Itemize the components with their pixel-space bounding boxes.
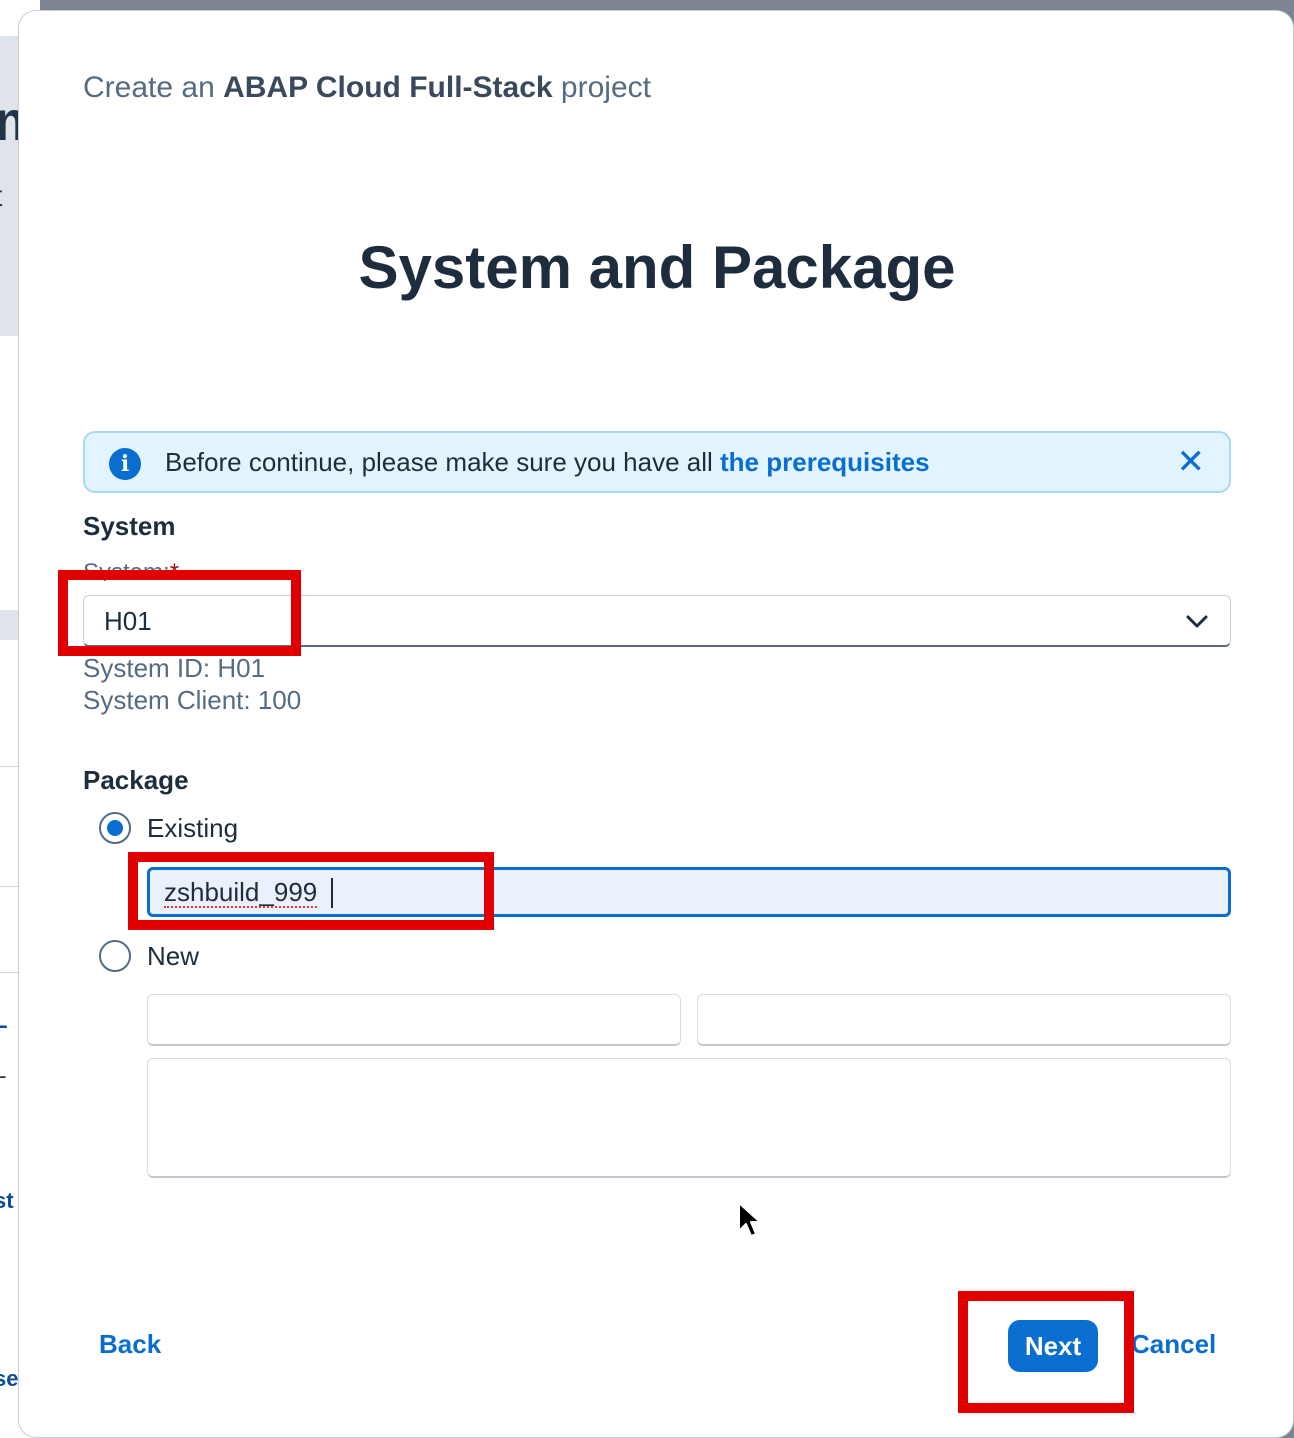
text-caret bbox=[331, 878, 333, 908]
info-message: Before continue, please make sure you ha… bbox=[165, 447, 930, 478]
mouse-pointer-icon bbox=[738, 1202, 761, 1237]
system-client-text: System Client: 100 bbox=[83, 685, 302, 715]
background-text-fragment: t bbox=[0, 180, 2, 214]
subtitle-suffix: project bbox=[560, 71, 651, 104]
required-mark: * bbox=[169, 559, 180, 581]
background-text-fragment: L bbox=[0, 1008, 8, 1033]
info-icon: i bbox=[109, 448, 141, 480]
close-icon[interactable]: ✕ bbox=[1177, 443, 1206, 481]
info-message-strip: i Before continue, please make sure you … bbox=[83, 431, 1231, 493]
subtitle-project-type: ABAP Cloud Full-Stack bbox=[223, 71, 553, 104]
new-package-name-input[interactable] bbox=[147, 994, 681, 1046]
next-button[interactable]: Next bbox=[1008, 1320, 1098, 1372]
package-section-heading: Package bbox=[83, 765, 189, 795]
cancel-button[interactable]: Cancel bbox=[1131, 1329, 1216, 1360]
system-field-label: System:* bbox=[83, 559, 179, 581]
existing-package-value: zshbuild_999 bbox=[164, 877, 318, 908]
page-title: System and Package bbox=[358, 234, 956, 301]
existing-package-label[interactable]: Existing bbox=[147, 813, 238, 844]
existing-package-radio[interactable] bbox=[99, 812, 131, 844]
system-label-text: System: bbox=[83, 559, 170, 581]
new-package-description-input[interactable] bbox=[147, 1058, 1231, 1178]
background-text-fragment: L bbox=[0, 1058, 7, 1083]
background-text-fragment: st bbox=[0, 1188, 14, 1213]
info-message-text: Before continue, please make sure you ha… bbox=[165, 447, 713, 477]
chevron-down-icon bbox=[1186, 615, 1208, 628]
create-project-dialog: Create an ABAP Cloud Full-Stack project … bbox=[18, 10, 1294, 1438]
system-select[interactable]: H01 bbox=[83, 595, 1231, 647]
new-package-label[interactable]: New bbox=[147, 941, 199, 972]
dialog-subtitle: Create an ABAP Cloud Full-Stack project bbox=[83, 71, 651, 105]
new-package-second-input[interactable] bbox=[697, 994, 1231, 1046]
background-text-fragment: se bbox=[0, 1366, 19, 1391]
prerequisites-link[interactable]: the prerequisites bbox=[720, 447, 930, 477]
system-id-text: System ID: H01 bbox=[83, 653, 266, 683]
system-section-heading: System bbox=[83, 511, 176, 541]
back-button[interactable]: Back bbox=[99, 1329, 161, 1360]
system-select-value: H01 bbox=[104, 606, 152, 636]
existing-package-input[interactable]: zshbuild_999 bbox=[147, 867, 1231, 917]
subtitle-prefix: Create an bbox=[83, 71, 215, 104]
new-package-radio[interactable] bbox=[99, 940, 131, 972]
